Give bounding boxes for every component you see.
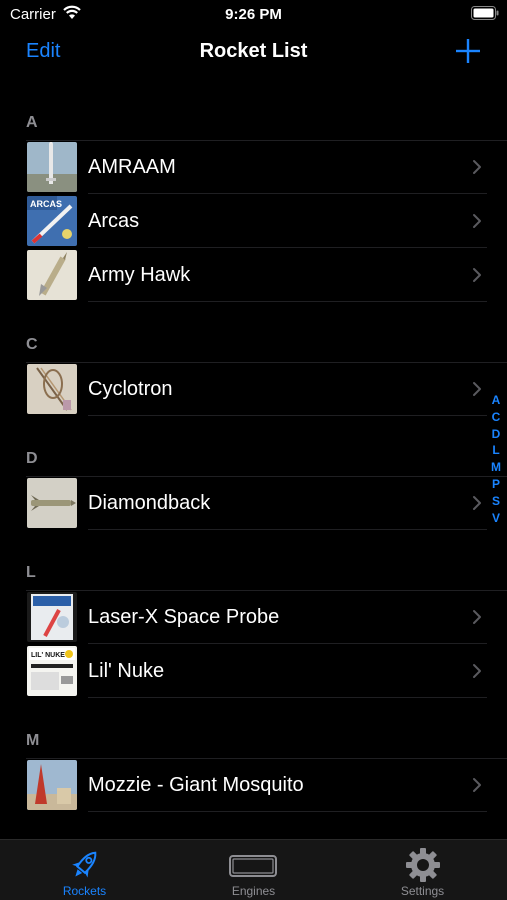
index-letter-a[interactable]: A [492,392,501,409]
rocket-thumbnail [27,592,77,642]
section-header-l: L [0,530,507,590]
status-bar: Carrier 9:26 PM [0,0,507,30]
chevron-right-icon [473,778,481,792]
rocket-row[interactable]: AMRAAM [0,140,507,194]
index-letter-m[interactable]: M [491,459,501,476]
rocket-list: A AMRAAM ARCAS Arcas Army Hawk C Cyclotron D Dia… [0,95,507,812]
index-letter-c[interactable]: C [492,409,501,426]
rocket-name: Cyclotron [88,378,173,400]
rocket-thumbnail: LIL' NUKE [27,646,77,696]
index-letter-p[interactable]: P [492,476,500,493]
plus-icon [456,39,480,63]
rocket-name: Arcas [88,210,140,232]
chevron-right-icon [473,214,481,228]
rocket-row[interactable]: Diamondback [0,476,507,530]
add-rocket-button[interactable] [455,38,481,64]
rocket-thumbnail [27,478,77,528]
rocket-row[interactable]: Cyclotron [0,362,507,416]
rocket-thumbnail [27,760,77,810]
rocket-name: Laser-X Space Probe [88,606,280,628]
chevron-right-icon [473,664,481,678]
tab-label: Settings [400,884,445,898]
tab-bar: Rockets Engines Settings [0,839,507,900]
divider [26,362,507,363]
battery-icon [471,6,499,20]
gear-icon [405,848,440,882]
tab-engines[interactable]: Engines [169,840,338,900]
rocket-list-screen: Carrier 9:26 PM Edit Rocket List A AMRAAM… [0,0,507,900]
section-header-m: M [0,698,507,758]
rocket-thumbnail [27,142,77,192]
tab-label: Rockets [62,884,107,898]
section-header-c: C [0,302,507,362]
chevron-right-icon [473,496,481,510]
page-title: Rocket List [199,40,308,62]
rocket-row[interactable]: ARCAS Arcas [0,194,507,248]
index-letter-d[interactable]: D [492,426,501,443]
chevron-right-icon [473,382,481,396]
chevron-right-icon [473,160,481,174]
section-letter: M [26,732,40,749]
thumb-text: ARCAS [30,199,62,209]
rocket-name: AMRAAM [88,156,176,178]
section-letter: C [26,336,38,353]
rocket-name: Army Hawk [88,264,191,286]
rocket-thumbnail [27,250,77,300]
chevron-right-icon [473,610,481,624]
tab-rockets[interactable]: Rockets [0,840,169,900]
rocket-thumbnail: ARCAS [27,196,77,246]
rocket-name: Mozzie - Giant Mosquito [88,774,304,796]
section-letter: L [26,564,36,581]
rocket-thumbnail [27,364,77,414]
index-letter-l[interactable]: L [492,442,499,459]
thumb-text: LIL' NUKE [31,652,65,659]
rocket-row[interactable]: Laser-X Space Probe [0,590,507,644]
engine-icon [228,855,277,877]
section-header-a: A [0,95,507,140]
index-letter-v[interactable]: V [492,510,500,527]
rocket-icon [71,851,96,878]
divider [26,140,507,141]
rocket-row[interactable]: Army Hawk [0,248,507,302]
section-index[interactable]: ACDLMPSV [489,392,503,526]
divider [88,811,487,812]
rocket-name: Lil' Nuke [88,660,165,682]
tab-settings[interactable]: Settings [338,840,507,900]
tab-label: Engines [231,884,276,898]
divider [26,590,507,591]
chevron-right-icon [473,268,481,282]
rocket-row[interactable]: Mozzie - Giant Mosquito [0,758,507,812]
section-letter: D [26,450,38,467]
index-letter-s[interactable]: S [492,493,500,510]
divider [26,476,507,477]
rocket-row[interactable]: LIL' NUKE Lil' Nuke [0,644,507,698]
status-time: 9:26 PM [225,6,282,23]
rocket-name: Diamondback [88,492,211,514]
divider [26,758,507,759]
section-header-d: D [0,416,507,476]
section-letter: A [26,114,38,131]
navigation-bar: Edit Rocket List [0,30,507,78]
